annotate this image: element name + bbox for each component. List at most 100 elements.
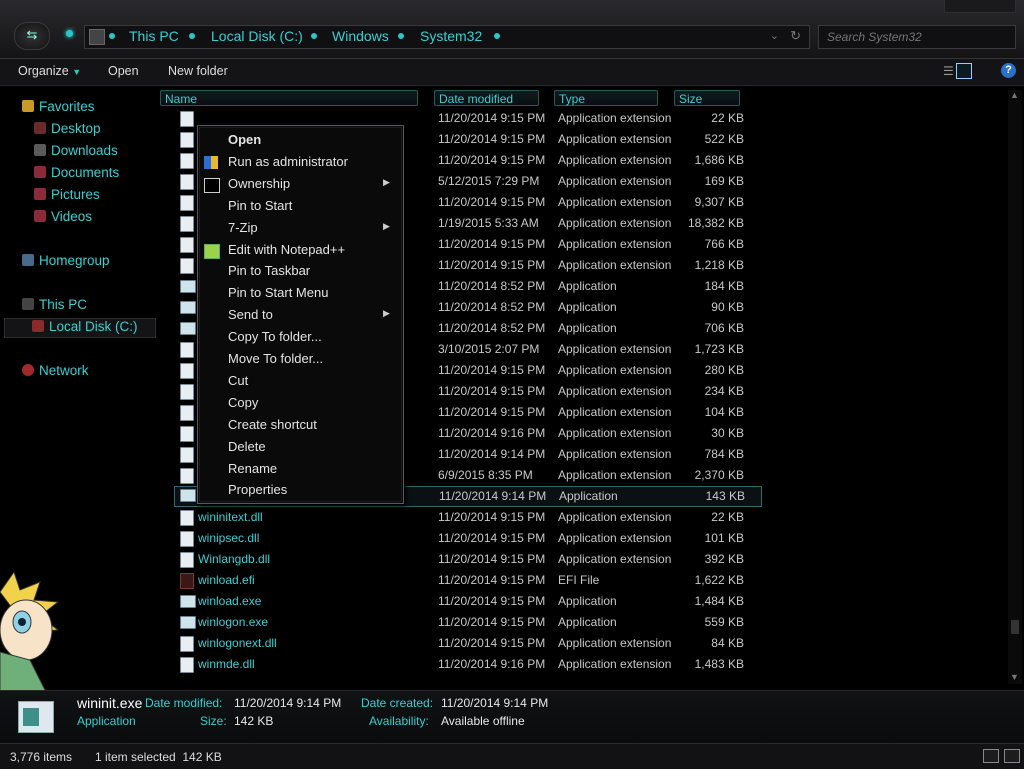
menu-item-ownership[interactable]: Ownership ▶ (228, 175, 390, 191)
breadcrumb-windows[interactable]: Windows (332, 28, 389, 44)
menu-item-edit-with-notepad[interactable]: Edit with Notepad++ (228, 242, 345, 257)
table-row[interactable]: winload.efi 11/20/2014 9:15 PM EFI File 1,6… (158, 570, 1024, 591)
recent-locations-button[interactable] (66, 30, 73, 37)
organize-button[interactable]: Organize ▼ (18, 64, 81, 78)
dll-icon (180, 657, 194, 673)
menu-item-label: Pin to Start Menu (228, 285, 329, 301)
back-forward-orb[interactable]: ⇆ (14, 22, 50, 50)
nav-desktop[interactable]: Desktop (34, 121, 101, 136)
menu-item-pin-to-taskbar[interactable]: Pin to Taskbar (228, 263, 310, 278)
open-button[interactable]: Open (108, 64, 139, 78)
menu-item-rename[interactable]: Rename (228, 461, 277, 476)
scrollbar-thumb[interactable] (1011, 620, 1019, 634)
table-row[interactable]: winlogon.exe 11/20/2014 9:15 PM Applicatio… (158, 612, 1024, 633)
file-size-cell: 1,622 KB (694, 573, 744, 587)
breadcrumb-local-disk[interactable]: Local Disk (C:) (211, 28, 303, 44)
nav-documents[interactable]: Documents (34, 165, 119, 180)
menu-item-pin-to-start[interactable]: Pin to Start (228, 198, 292, 213)
organize-label: Organize (18, 64, 69, 78)
menu-item-label: Ownership (228, 175, 291, 191)
dll-icon (180, 111, 194, 127)
table-row[interactable]: Winlangdb.dll 11/20/2014 9:15 PM Applicati… (158, 549, 1024, 570)
address-dropdown-icon[interactable]: ⌄ (770, 29, 779, 42)
search-input[interactable] (825, 29, 999, 45)
file-size-cell: 1,723 KB (694, 342, 744, 356)
help-icon[interactable]: ? (1001, 63, 1016, 78)
table-row[interactable]: winload.exe 11/20/2014 9:15 PM Application… (158, 591, 1024, 612)
dll-icon (180, 363, 194, 379)
search-box[interactable] (818, 25, 1016, 49)
menu-item-label: Copy To folder... (228, 329, 322, 345)
menu-item-7-zip[interactable]: 7-Zip ▶ (228, 219, 390, 235)
preview-pane-icon[interactable] (956, 63, 972, 79)
breadcrumb-separator-icon[interactable] (109, 33, 115, 39)
breadcrumb-system32[interactable]: System32 (420, 28, 482, 44)
table-row[interactable]: winmde.dll 11/20/2014 9:16 PM Application … (158, 654, 1024, 675)
menu-item-cut[interactable]: Cut (228, 373, 248, 388)
date-modified-cell: 11/20/2014 8:52 PM (438, 279, 546, 293)
date-modified-cell: 11/20/2014 9:14 PM (439, 489, 547, 503)
column-header-type[interactable]: Type (554, 90, 658, 106)
vertical-scrollbar[interactable]: ▲ ▼ (1008, 90, 1022, 684)
breadcrumb-separator-icon[interactable] (398, 33, 404, 39)
column-header-name[interactable]: Name (160, 90, 418, 106)
column-header-size[interactable]: Size (674, 90, 740, 106)
menu-item-run-as-administrator[interactable]: Run as administrator (228, 154, 348, 169)
nav-network[interactable]: Network (22, 363, 89, 378)
nav-local-disk[interactable]: Local Disk (C:) (32, 319, 138, 334)
breadcrumb-separator-icon[interactable] (494, 33, 500, 39)
table-row[interactable]: winipsec.dll 11/20/2014 9:15 PM Applicatio… (158, 528, 1024, 549)
menu-item-move-to-folder[interactable]: Move To folder... (228, 351, 323, 366)
large-icons-view-icon[interactable] (1004, 749, 1020, 763)
file-type-cell: Application extension (558, 258, 672, 272)
menu-item-delete[interactable]: Delete (228, 439, 266, 454)
nav-favorites[interactable]: Favorites (22, 99, 95, 114)
app-icon (180, 280, 196, 293)
nav-videos[interactable]: Videos (34, 209, 92, 224)
desktop-icon (34, 122, 46, 134)
file-size-cell: 522 KB (704, 132, 744, 146)
file-size-cell: 559 KB (704, 615, 744, 629)
nav-homegroup[interactable]: Homegroup (22, 253, 110, 268)
breadcrumb-separator-icon[interactable] (189, 33, 195, 39)
file-type-cell: Application extension (558, 426, 672, 440)
file-size-cell: 184 KB (704, 279, 744, 293)
nav-pictures[interactable]: Pictures (34, 187, 100, 202)
menu-item-create-shortcut[interactable]: Create shortcut (228, 417, 317, 432)
file-size-cell: 18,382 KB (687, 216, 744, 230)
breadcrumb-this-pc[interactable]: This PC (129, 28, 179, 44)
file-size-cell: 706 KB (704, 321, 744, 335)
table-row[interactable]: wininitext.dll 11/20/2014 9:15 PM Applicat… (158, 507, 1024, 528)
file-type-cell: EFI File (558, 573, 600, 587)
menu-item-copy[interactable]: Copy (228, 395, 258, 410)
menu-item-label: Send to (228, 307, 273, 323)
computer-icon (89, 29, 105, 45)
scroll-down-icon[interactable]: ▼ (1010, 672, 1019, 682)
file-type-cell: Application extension (558, 531, 672, 545)
detail-file-name: wininit.exe (77, 695, 143, 711)
date-modified-cell: 11/20/2014 9:15 PM (438, 384, 546, 398)
menu-item-send-to[interactable]: Send to ▶ (228, 307, 390, 323)
scroll-up-icon[interactable]: ▲ (1010, 90, 1019, 100)
menu-item-properties[interactable]: Properties (228, 482, 287, 497)
breadcrumb-separator-icon[interactable] (311, 33, 317, 39)
address-bar[interactable]: This PC Local Disk (C:) Windows System32… (84, 25, 810, 49)
menu-item-label: 7-Zip (228, 219, 258, 235)
submenu-arrow-icon: ▶ (383, 176, 390, 187)
file-size-cell: 104 KB (704, 405, 744, 419)
submenu-arrow-icon: ▶ (383, 308, 390, 319)
app-icon (180, 595, 196, 608)
menu-item-pin-to-start-menu[interactable]: Pin to Start Menu (228, 285, 328, 300)
refresh-icon[interactable]: ↻ (790, 28, 801, 44)
menu-item-open[interactable]: Open (228, 132, 261, 147)
nav-this-pc[interactable]: This PC (22, 297, 87, 312)
nav-downloads[interactable]: Downloads (34, 143, 118, 158)
table-row[interactable]: winlogonext.dll 11/20/2014 9:15 PM Applica… (158, 633, 1024, 654)
date-modified-cell: 11/20/2014 9:15 PM (438, 615, 546, 629)
file-name-cell: winlogon.exe (198, 615, 269, 629)
window-controls[interactable] (944, 0, 1016, 13)
column-header-date[interactable]: Date modified (434, 90, 539, 106)
new-folder-button[interactable]: New folder (168, 64, 228, 78)
menu-item-copy-to-folder[interactable]: Copy To folder... (228, 329, 322, 344)
details-view-icon[interactable] (983, 749, 999, 763)
